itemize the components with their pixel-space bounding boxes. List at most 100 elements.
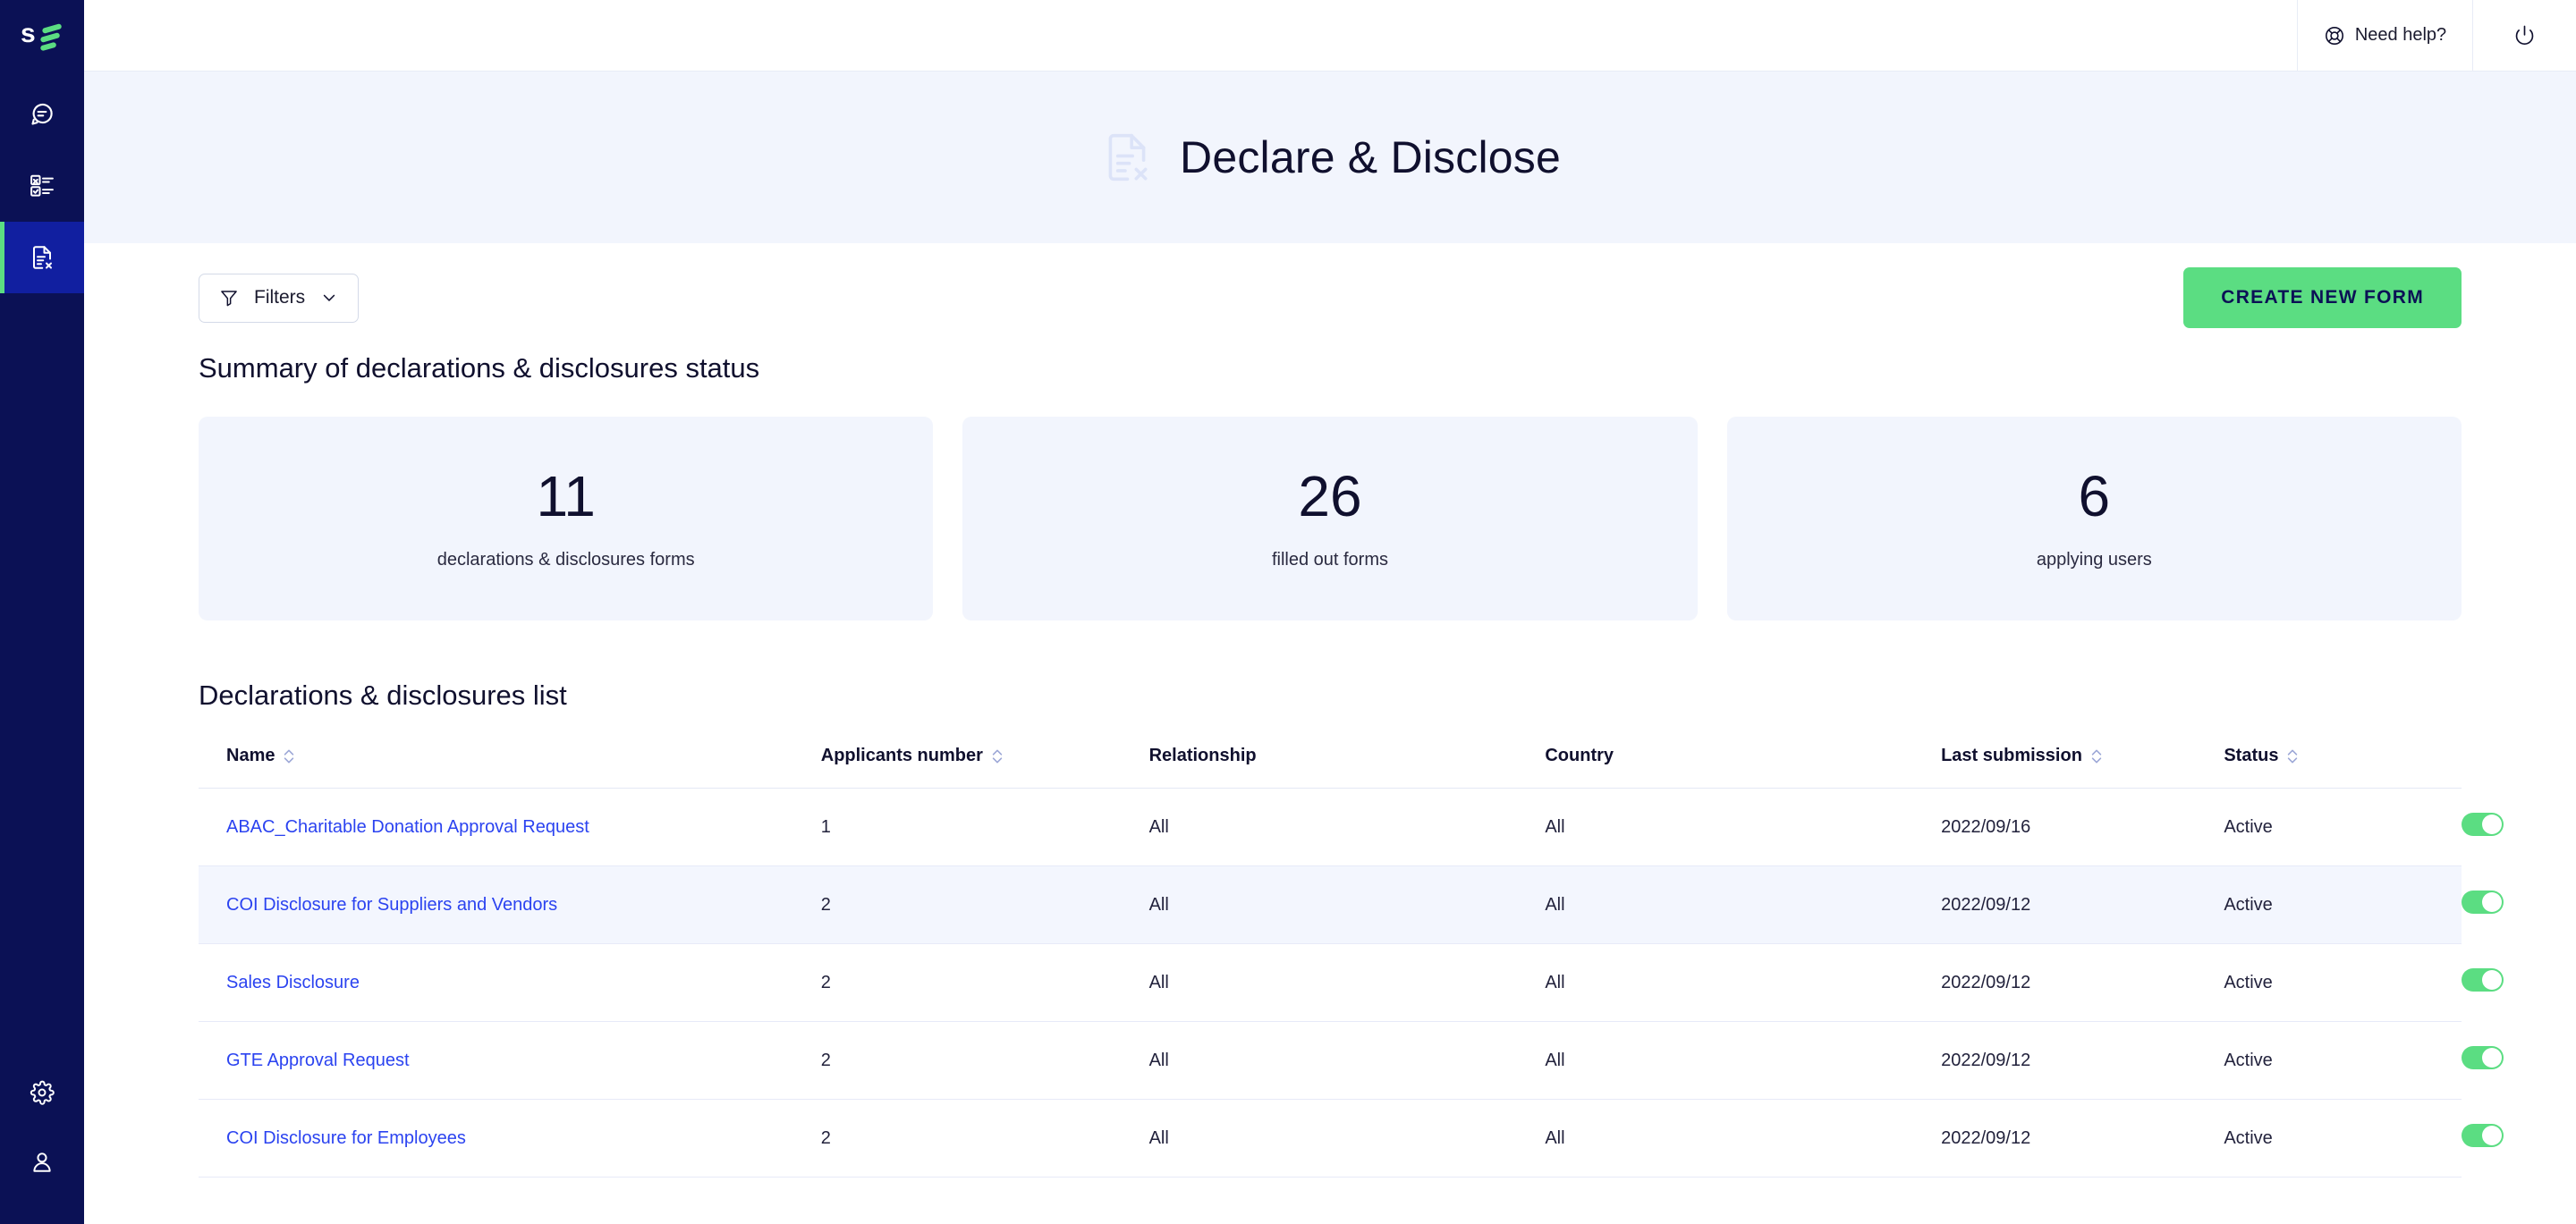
toggle-knob: [2481, 970, 2502, 990]
status-label: Active: [2224, 894, 2273, 915]
logo-bar-icon: [41, 23, 63, 34]
toolbar: Filters CREATE NEW FORM: [199, 243, 2462, 352]
chevron-down-icon: [320, 289, 338, 307]
column-header-name[interactable]: Name: [199, 746, 821, 789]
cell-last-submission: 2022/09/12: [1941, 865, 2224, 944]
sidebar-nav: [0, 79, 84, 293]
status-label: Active: [2224, 816, 2273, 837]
cell-country: All: [1545, 1021, 1942, 1100]
status-label: Active: [2224, 972, 2273, 992]
table-row[interactable]: GTE Approval Request 2 All All 2022/09/1…: [199, 1021, 2504, 1100]
sidebar-item-declare-disclose[interactable]: [0, 222, 84, 293]
logout-button[interactable]: [2472, 0, 2576, 71]
form-name-link[interactable]: GTE Approval Request: [226, 1051, 410, 1070]
sort-icon: [991, 747, 1004, 765]
cell-name: COI Disclosure for Suppliers and Vendors: [199, 865, 821, 944]
toggle-knob: [2481, 814, 2502, 834]
toggle-knob: [2481, 1126, 2502, 1145]
status-toggle[interactable]: [2461, 1124, 2504, 1147]
summary-card-value: 11: [536, 463, 596, 528]
table-row[interactable]: Sales Disclosure 2 All All 2022/09/12 Ac…: [199, 943, 2504, 1022]
cell-relationship: All: [1148, 788, 1546, 866]
power-icon: [2513, 24, 2536, 46]
status-label: Active: [2224, 1127, 2273, 1148]
cell-name: Sales Disclosure: [199, 943, 821, 1022]
status-toggle[interactable]: [2461, 891, 2504, 914]
summary-card: 6 applying users: [1726, 417, 2462, 620]
cell-country: All: [1545, 1099, 1942, 1178]
lifebuoy-icon: [2324, 25, 2345, 46]
column-header-last-submission[interactable]: Last submission: [1941, 746, 2224, 789]
column-header-label: Status: [2224, 746, 2279, 765]
logo-bar-icon: [39, 41, 57, 51]
column-header-label: Name: [226, 746, 275, 765]
need-help-label: Need help?: [2354, 25, 2447, 45]
cell-applicants-number: 2: [820, 1099, 1149, 1178]
cell-last-submission: 2022/09/12: [1941, 943, 2224, 1022]
table-header-row: Name Applicants number Relationship Coun…: [199, 746, 2462, 789]
page-banner: Declare & Disclose: [84, 72, 2576, 243]
sort-icon: [2090, 747, 2103, 765]
table-row[interactable]: ABAC_Charitable Donation Approval Reques…: [199, 788, 2504, 866]
sidebar-item-surveys[interactable]: [0, 150, 84, 222]
cell-last-submission: 2022/09/12: [1941, 1099, 2224, 1178]
form-name-link[interactable]: COI Disclosure for Employees: [226, 1128, 466, 1148]
form-name-link[interactable]: COI Disclosure for Suppliers and Vendors: [226, 895, 557, 915]
cell-applicants-number: 2: [820, 1021, 1149, 1100]
declarations-table: Name Applicants number Relationship Coun…: [199, 746, 2504, 1178]
sidebar-item-account[interactable]: [0, 1127, 84, 1197]
chat-bubble-icon: [29, 101, 55, 128]
column-header-relationship: Relationship: [1148, 746, 1546, 789]
filters-label: Filters: [254, 287, 306, 308]
form-name-link[interactable]: ABAC_Charitable Donation Approval Reques…: [226, 817, 589, 837]
summary-cards: 11 declarations & disclosures forms 26 f…: [199, 417, 2462, 620]
filters-button[interactable]: Filters: [199, 273, 360, 323]
status-toggle[interactable]: [2461, 812, 2504, 836]
checklist-icon: [29, 173, 55, 199]
app-logo[interactable]: s: [0, 0, 84, 72]
table-body: ABAC_Charitable Donation Approval Reques…: [199, 788, 2504, 1178]
summary-card: 26 filled out forms: [962, 417, 1698, 620]
funnel-icon: [219, 288, 239, 308]
logo-bar-icon: [39, 32, 61, 43]
create-new-form-button[interactable]: CREATE NEW FORM: [2183, 267, 2462, 328]
user-icon: [30, 1150, 55, 1175]
cell-applicants-number: 2: [820, 943, 1149, 1022]
document-x-icon: [1099, 130, 1155, 185]
cell-status: Active: [2224, 788, 2462, 866]
cell-name: COI Disclosure for Employees: [199, 1099, 821, 1178]
form-name-link[interactable]: Sales Disclosure: [226, 973, 360, 992]
sort-icon: [283, 747, 295, 765]
sidebar: s: [0, 0, 84, 1224]
sidebar-item-settings[interactable]: [0, 1058, 84, 1127]
cell-relationship: All: [1148, 865, 1546, 944]
sidebar-item-chat[interactable]: [0, 79, 84, 150]
sort-icon: [2286, 747, 2299, 765]
cell-country: All: [1545, 788, 1942, 866]
column-header-label: Relationship: [1148, 746, 1257, 765]
table-header: Name Applicants number Relationship Coun…: [199, 746, 2462, 789]
table-row[interactable]: COI Disclosure for Employees 2 All All 2…: [199, 1099, 2504, 1178]
column-header-label: Last submission: [1941, 746, 2082, 765]
cell-last-submission: 2022/09/16: [1941, 788, 2224, 866]
summary-card-label: applying users: [2036, 549, 2152, 570]
need-help-button[interactable]: Need help?: [2297, 0, 2472, 71]
column-header-applicants-number[interactable]: Applicants number: [820, 746, 1149, 789]
cell-relationship: All: [1148, 943, 1546, 1022]
cell-country: All: [1545, 943, 1942, 1022]
summary-card-label: filled out forms: [1271, 549, 1389, 570]
top-bar: Need help?: [84, 0, 2576, 72]
toggle-knob: [2481, 892, 2502, 912]
page-title: Declare & Disclose: [1180, 132, 1561, 182]
cell-country: All: [1545, 865, 1942, 944]
status-toggle[interactable]: [2461, 1046, 2504, 1069]
column-header-status[interactable]: Status: [2224, 746, 2462, 789]
cell-status: Active: [2224, 943, 2462, 1022]
status-toggle[interactable]: [2461, 968, 2504, 992]
cell-last-submission: 2022/09/12: [1941, 1021, 2224, 1100]
list-section-title: Declarations & disclosures list: [199, 680, 567, 711]
table-row[interactable]: COI Disclosure for Suppliers and Vendors…: [199, 865, 2504, 944]
column-header-label: Country: [1545, 746, 1614, 765]
app-root: s Need help? Declare & Disclose Filters …: [0, 0, 2576, 1224]
